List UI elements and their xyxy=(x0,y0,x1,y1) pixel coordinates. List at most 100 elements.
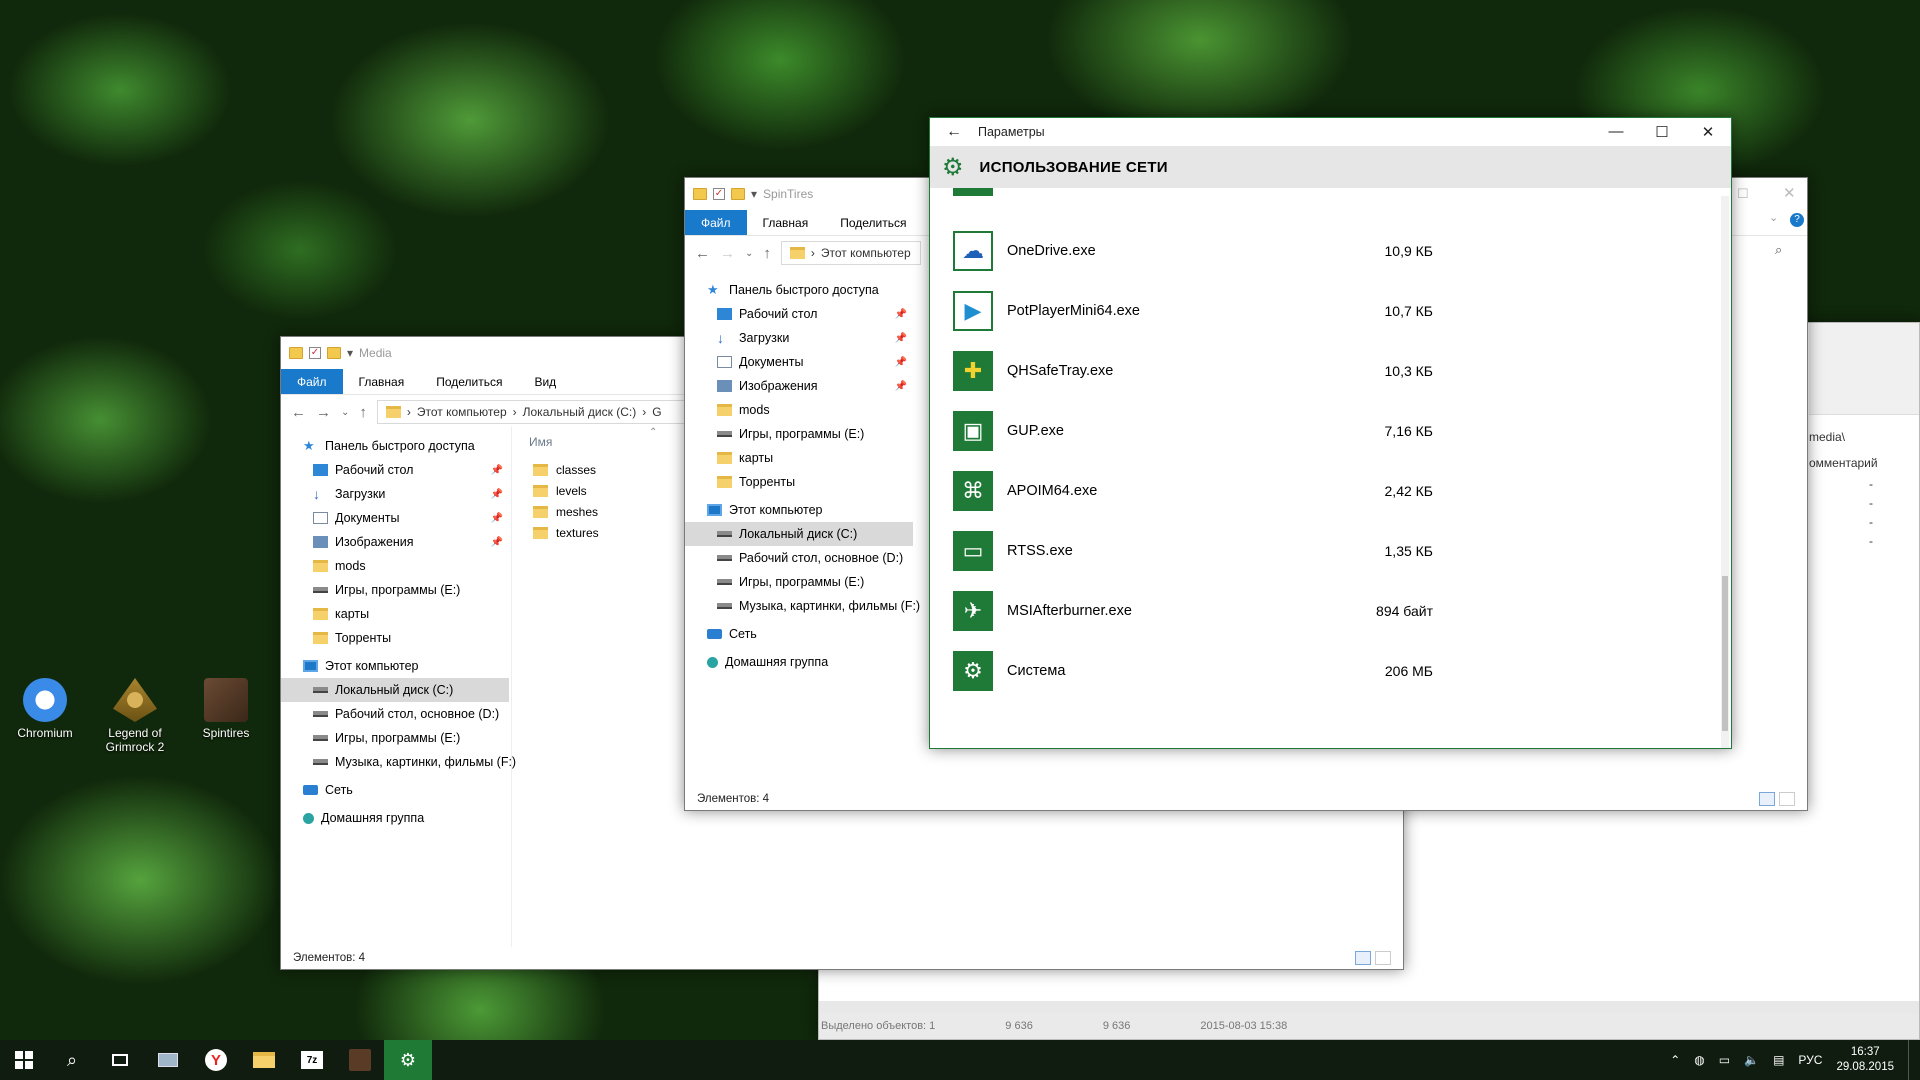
nav-item[interactable]: Документы 📌 xyxy=(281,506,509,530)
tab-share[interactable]: Поделиться xyxy=(420,369,518,394)
show-hidden-icons-icon[interactable]: ⌃ xyxy=(1670,1053,1680,1067)
tab-share[interactable]: Поделиться xyxy=(824,210,922,235)
file-row[interactable]: classes xyxy=(533,459,599,480)
up-arrow-icon[interactable]: ↑ xyxy=(763,245,771,262)
close-icon[interactable]: ✕ xyxy=(1783,184,1796,202)
minimize-icon[interactable]: — xyxy=(1593,123,1639,141)
pin-icon[interactable]: 📌 xyxy=(895,357,913,368)
nav-item[interactable]: Игры, программы (E:) xyxy=(685,422,913,446)
app-usage-row[interactable]: ▣ GUP.exe 7,16 КБ xyxy=(953,401,1433,461)
app-usage-row[interactable]: ✚ QHSafeTray.exe 10,3 КБ xyxy=(953,341,1433,401)
pin-icon[interactable]: 📌 xyxy=(491,537,509,548)
tiles-view-icon[interactable] xyxy=(1779,792,1795,806)
checkbox-icon[interactable]: ✓ xyxy=(309,347,321,359)
search-icon[interactable]: ⌕ xyxy=(1775,242,1782,258)
address-box[interactable]: › Этот компьютер xyxy=(780,241,921,265)
nav-item[interactable]: Рабочий стол 📌 xyxy=(281,458,509,482)
nav-item[interactable]: Рабочий стол, основное (D:) xyxy=(685,546,913,570)
chevron-down-icon[interactable]: ▾ xyxy=(347,346,353,360)
details-view-icon[interactable] xyxy=(1759,792,1775,806)
settings-window[interactable]: ← Параметры — ☐ ✕ ⚙ ИСПОЛЬЗОВАНИЕ СЕТИ ☁… xyxy=(929,117,1732,749)
column-header-name[interactable]: Имя xyxy=(529,435,552,449)
app-usage-row[interactable]: ▶ PotPlayerMini64.exe 10,7 КБ xyxy=(953,281,1433,341)
up-arrow-icon[interactable]: ↑ xyxy=(359,404,367,421)
chevron-down-icon[interactable]: ⌄ xyxy=(745,248,753,259)
expand-ribbon-icon[interactable]: ⌄ xyxy=(1769,211,1778,224)
back-scrollbar[interactable] xyxy=(819,1001,1919,1013)
pin-icon[interactable]: 📌 xyxy=(895,309,913,320)
desktop-icon-chromium[interactable]: Chromium xyxy=(5,678,85,740)
tab-view[interactable]: Вид xyxy=(518,369,572,394)
clock[interactable]: 16:37 29.08.2015 xyxy=(1836,1045,1894,1075)
volume-icon[interactable]: 🔈 xyxy=(1744,1053,1759,1067)
breadcrumb-computer[interactable]: Этот компьютер xyxy=(821,246,911,260)
pin-icon[interactable]: 📌 xyxy=(491,513,509,524)
help-icon[interactable]: ? xyxy=(1790,213,1804,227)
nav-item[interactable]: Сеть xyxy=(281,778,509,802)
maximize-icon[interactable]: ☐ xyxy=(1737,186,1749,202)
taskbar-app-7zip[interactable]: 7z xyxy=(288,1040,336,1080)
desktop-icon-spintires[interactable]: Spintires xyxy=(186,678,266,740)
nav-item[interactable]: mods xyxy=(281,554,509,578)
breadcrumb-next[interactable]: G xyxy=(652,405,661,419)
nav-item[interactable]: Этот компьютер xyxy=(685,498,913,522)
pin-icon[interactable]: 📌 xyxy=(895,381,913,392)
file-row[interactable]: levels xyxy=(533,480,599,501)
nav-item[interactable]: карты xyxy=(685,446,913,470)
taskbar-app-file-explorer[interactable] xyxy=(240,1040,288,1080)
file-row[interactable]: meshes xyxy=(533,501,599,522)
tab-home[interactable]: Главная xyxy=(747,210,825,235)
show-desktop-button[interactable] xyxy=(1908,1040,1912,1080)
scrollbar[interactable] xyxy=(1721,196,1729,748)
pin-icon[interactable]: 📌 xyxy=(895,333,913,344)
nav-item[interactable]: карты xyxy=(281,602,509,626)
scrollbar-thumb[interactable] xyxy=(1722,576,1728,731)
nav-item[interactable]: Изображения 📌 xyxy=(685,374,913,398)
nav-item[interactable]: ↓ Загрузки 📌 xyxy=(281,482,509,506)
task-view-button[interactable] xyxy=(96,1040,144,1080)
nav-item[interactable]: ★ Панель быстрого доступа xyxy=(685,278,913,302)
taskbar-app-spintires[interactable] xyxy=(336,1040,384,1080)
nav-item[interactable]: Музыка, картинки, фильмы (F:) xyxy=(281,750,516,774)
nav-item[interactable]: ↓ Загрузки 📌 xyxy=(685,326,913,350)
nav-item[interactable]: Торренты xyxy=(281,626,509,650)
app-usage-row[interactable]: ⚙ Система 206 МБ xyxy=(953,641,1433,701)
nav-item[interactable]: Домашняя группа xyxy=(685,650,913,674)
breadcrumb-drive[interactable]: Локальный диск (C:) xyxy=(523,405,637,419)
nav-item[interactable]: Этот компьютер xyxy=(281,654,509,678)
file-row[interactable]: textures xyxy=(533,522,599,543)
taskbar-app-explorer-window[interactable] xyxy=(144,1040,192,1080)
nav-item[interactable]: Игры, программы (E:) xyxy=(685,570,913,594)
app-usage-row[interactable]: ✈ MSIAfterburner.exe 894 байт xyxy=(953,581,1433,641)
tab-file[interactable]: Файл xyxy=(685,210,747,235)
taskbar-app-yandex[interactable]: Y xyxy=(192,1040,240,1080)
search-button[interactable]: ⌕ xyxy=(48,1040,96,1080)
notifications-icon[interactable]: ▤ xyxy=(1773,1053,1784,1067)
nav-item[interactable]: Домашняя группа xyxy=(281,806,509,830)
breadcrumb-computer[interactable]: Этот компьютер xyxy=(417,405,507,419)
tab-file[interactable]: Файл xyxy=(281,369,343,394)
network-icon[interactable]: ▭ xyxy=(1719,1053,1730,1067)
tiles-view-icon[interactable] xyxy=(1375,951,1391,965)
globe-icon[interactable]: ◍ xyxy=(1694,1053,1704,1067)
app-usage-row[interactable]: ⌘ APOIM64.exe 2,42 КБ xyxy=(953,461,1433,521)
nav-item[interactable]: Торренты xyxy=(685,470,913,494)
back-arrow-icon[interactable]: ← xyxy=(930,123,978,141)
language-indicator[interactable]: РУС xyxy=(1798,1053,1822,1067)
nav-item[interactable]: Локальный диск (C:) xyxy=(685,522,913,546)
nav-item[interactable]: ★ Панель быстрого доступа xyxy=(281,434,509,458)
back-arrow-icon[interactable]: ← xyxy=(291,404,306,421)
nav-item[interactable]: Сеть xyxy=(685,622,913,646)
nav-item[interactable]: mods xyxy=(685,398,913,422)
start-button[interactable] xyxy=(0,1040,48,1080)
forward-arrow-icon[interactable]: → xyxy=(720,245,735,262)
checkbox-icon[interactable]: ✓ xyxy=(713,188,725,200)
nav-item[interactable]: Музыка, картинки, фильмы (F:) xyxy=(685,594,920,618)
close-icon[interactable]: ✕ xyxy=(1685,123,1731,141)
nav-item[interactable]: Рабочий стол, основное (D:) xyxy=(281,702,509,726)
chevron-down-icon[interactable]: ⌄ xyxy=(341,407,349,418)
nav-item[interactable]: Изображения 📌 xyxy=(281,530,509,554)
pin-icon[interactable]: 📌 xyxy=(491,489,509,500)
tab-home[interactable]: Главная xyxy=(343,369,421,394)
nav-item[interactable]: Локальный диск (C:) xyxy=(281,678,509,702)
